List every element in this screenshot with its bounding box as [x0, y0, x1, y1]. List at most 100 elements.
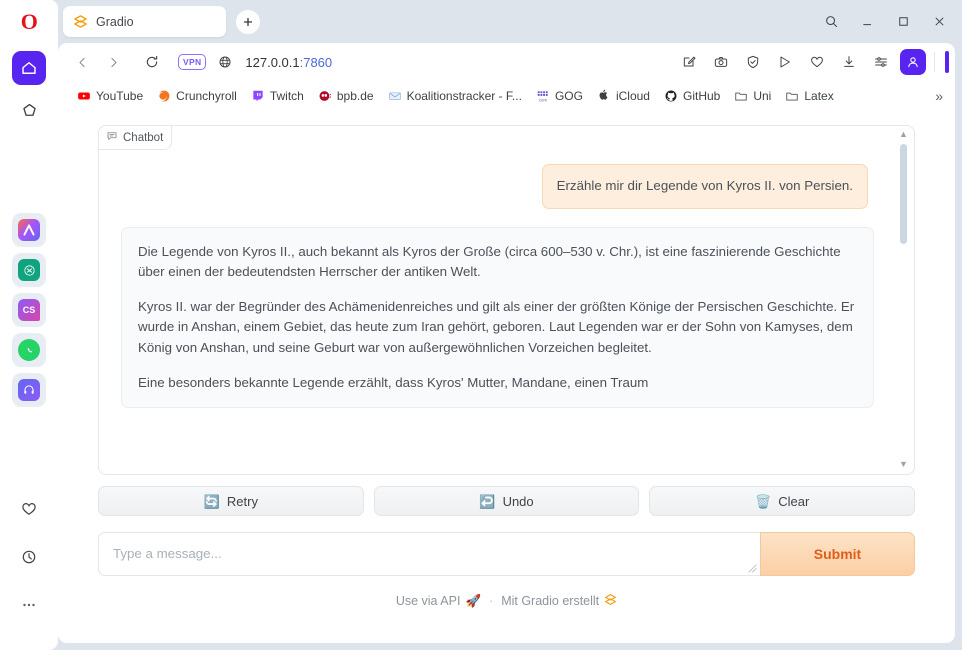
page-content: Chatbot Erzähle mir dir Legende von Kyro… [58, 111, 955, 643]
close-icon[interactable] [922, 7, 956, 37]
aria-icon [18, 219, 40, 241]
bookmark-label: Crunchyroll [176, 89, 237, 103]
sidebar-toggle-indicator[interactable] [945, 51, 949, 73]
retry-icon: 🔄 [203, 493, 220, 509]
chatbot-label-text: Chatbot [123, 131, 164, 144]
gradio-app: Chatbot Erzähle mir dir Legende von Kyro… [58, 111, 955, 643]
chatbot-label: Chatbot [98, 125, 173, 150]
maximize-icon[interactable] [886, 7, 920, 37]
bookmark-label: bpb.de [336, 89, 374, 103]
footer-separator: · [489, 594, 494, 608]
back-arrow-icon[interactable] [68, 48, 96, 76]
window-controls [814, 0, 956, 43]
bookmark-label: GitHub [682, 89, 721, 103]
search-icon[interactable] [814, 7, 848, 37]
minimize-icon[interactable] [850, 7, 884, 37]
new-tab-button[interactable] [236, 9, 260, 34]
sidebar-item-player[interactable] [12, 373, 46, 407]
sidebar-item-aria[interactable] [12, 213, 46, 247]
bookmark-label: Latex [804, 89, 834, 103]
sidebar-item-home[interactable] [12, 51, 46, 85]
folder-icon [785, 89, 799, 103]
clear-button[interactable]: 🗑️ Clear [649, 486, 916, 516]
url-text[interactable]: 127.0.0.1:7860 [245, 55, 332, 70]
message-input[interactable]: Type a message... [98, 532, 760, 576]
resize-handle-icon[interactable] [748, 564, 757, 573]
sidebar-item-whatsapp[interactable] [12, 333, 46, 367]
characterai-icon: CS [18, 299, 40, 321]
undo-button-label: Undo [502, 493, 534, 509]
sidebar-item-pinboards[interactable] [12, 93, 46, 127]
bookmark-bpb[interactable]: bpb.de [311, 87, 381, 105]
submit-button[interactable]: Submit [760, 532, 915, 576]
bpb-icon [318, 89, 332, 103]
bookmark-crunchyroll[interactable]: Crunchyroll [150, 87, 244, 105]
clock-icon [22, 550, 36, 564]
chat-bubble-icon [106, 130, 118, 145]
easy-setup-icon[interactable] [866, 48, 895, 77]
bookmark-label: YouTube [96, 89, 144, 103]
bookmark-github[interactable]: GitHub [657, 87, 727, 105]
mail-icon [388, 89, 402, 103]
globe-icon[interactable] [217, 54, 233, 70]
action-button-row: 🔄 Retry ↩️ Undo 🗑️ Clear [98, 486, 916, 516]
bookmark-youtube[interactable]: YouTube [70, 87, 150, 105]
bookmark-twitch[interactable]: Twitch [244, 87, 311, 105]
reload-icon[interactable] [138, 48, 166, 76]
bookmark-icloud[interactable]: iCloud [590, 87, 657, 105]
sidebar-item-history[interactable] [12, 540, 46, 574]
bot-message-bubble: Die Legende von Kyros II., auch bekannt … [121, 226, 874, 409]
github-icon [664, 89, 678, 103]
heart-icon[interactable] [802, 48, 831, 77]
bookmark-latex[interactable]: Latex [778, 87, 840, 105]
folder-icon [734, 89, 748, 103]
browser-chrome: VPN 127.0.0.1:7860 YouTube Crunchyroll T… [58, 43, 955, 111]
bot-paragraph-3: Eine besonders bekannte Legende erzählt,… [138, 374, 649, 390]
chat-message-list: Erzähle mir dir Legende von Kyros II. vo… [99, 126, 914, 474]
sidebar-item-chatgpt[interactable] [12, 253, 46, 287]
user-message-bubble: Erzähle mir dir Legende von Kyros II. vo… [541, 164, 868, 209]
gog-icon: com [536, 89, 550, 103]
bookmark-uni[interactable]: Uni [727, 87, 778, 105]
bookmarks-overflow-button[interactable]: » [935, 88, 947, 104]
bookmark-gog[interactable]: com GOG [529, 87, 590, 105]
opera-browser-window: O Gradio CS VPN 127.0.0.1:7860 YouTube C… [0, 0, 962, 650]
scrollbar-thumb[interactable] [900, 144, 907, 244]
retry-button-label: Retry [226, 493, 258, 509]
url-port: :7860 [299, 54, 333, 70]
sidebar-item-favorites[interactable] [12, 492, 46, 526]
chatbot-scrollbar[interactable]: ▲ ▼ [897, 130, 910, 470]
bookmark-koalitionstracker[interactable]: Koalitionstracker - F... [381, 87, 529, 105]
camera-icon[interactable] [706, 48, 735, 77]
opera-menu-button[interactable]: O [0, 0, 58, 43]
forward-arrow-icon[interactable] [99, 48, 127, 76]
scrollbar-track[interactable] [900, 144, 907, 456]
tab-strip: O Gradio [0, 0, 962, 43]
browser-pane: VPN 127.0.0.1:7860 YouTube Crunchyroll T… [58, 43, 962, 650]
gradio-logo-icon [604, 593, 617, 609]
sidebar-item-more[interactable] [12, 588, 46, 622]
browser-tab-gradio[interactable]: Gradio [63, 6, 226, 37]
use-via-api-link[interactable]: Use via API 🚀 [396, 594, 481, 609]
send-icon[interactable] [770, 48, 799, 77]
sidebar-item-characterai[interactable]: CS [12, 293, 46, 327]
youtube-icon [77, 89, 91, 103]
gradio-footer: Use via API 🚀 · Mit Gradio erstellt [98, 593, 915, 609]
vpn-badge[interactable]: VPN [178, 54, 207, 70]
whatsapp-icon [18, 339, 40, 361]
shield-check-icon[interactable] [738, 48, 767, 77]
twitch-icon [251, 89, 265, 103]
retry-button[interactable]: 🔄 Retry [98, 486, 364, 516]
built-with-gradio-link[interactable]: Mit Gradio erstellt [501, 593, 617, 609]
download-icon[interactable] [834, 48, 863, 77]
undo-button[interactable]: ↩️ Undo [373, 486, 640, 516]
main-row: CS VPN 127.0.0.1:7860 YouTube Crunchyrol… [0, 43, 962, 650]
snapshot-edit-icon[interactable] [674, 48, 703, 77]
scroll-down-icon[interactable]: ▼ [899, 460, 908, 470]
profile-icon[interactable] [900, 49, 926, 75]
heart-icon [22, 503, 36, 515]
bot-paragraph-2: Kyros II. war der Begründer des Achämeni… [138, 298, 855, 356]
chatgpt-icon [18, 259, 40, 281]
scroll-up-icon[interactable]: ▲ [899, 130, 908, 140]
more-dots-icon [23, 603, 35, 607]
